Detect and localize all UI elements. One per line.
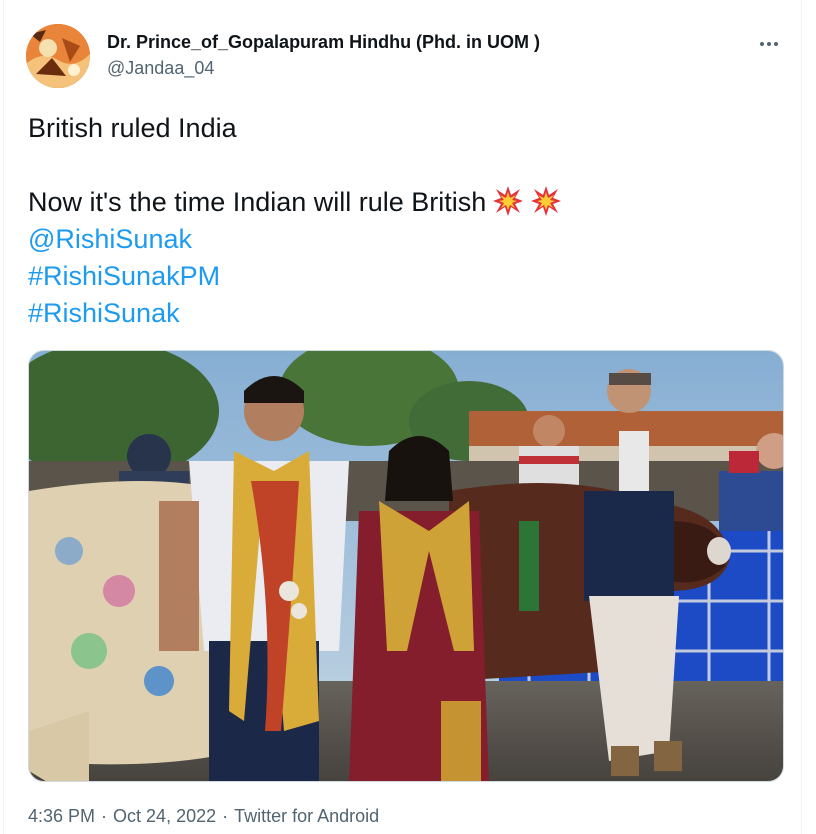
- tweet-time[interactable]: 4:36 PM: [28, 806, 95, 827]
- tweet-card: Dr. Prince_of_Gopalapuram Hindhu (Phd. i…: [3, 0, 802, 834]
- more-options-button[interactable]: [754, 28, 784, 56]
- mention-link[interactable]: @RishiSunak: [28, 221, 768, 258]
- hashtag-link[interactable]: #RishiSunak: [28, 295, 768, 332]
- separator-dot: ·: [222, 806, 229, 826]
- tweet-text: British ruled India Now it's the time In…: [28, 110, 768, 332]
- hashtag-link[interactable]: #RishiSunakPM: [28, 258, 768, 295]
- more-horizontal-icon: [759, 33, 780, 51]
- tweet-line-2-text: Now it's the time Indian will rule Briti…: [28, 187, 487, 217]
- separator-dot: ·: [101, 806, 108, 826]
- avatar-image: [26, 24, 90, 88]
- collision-emoji-icon: [492, 185, 524, 217]
- tweet-date[interactable]: Oct 24, 2022: [113, 806, 216, 827]
- author-display-name[interactable]: Dr. Prince_of_Gopalapuram Hindhu (Phd. i…: [107, 32, 540, 53]
- tweet-line-1: British ruled India: [28, 113, 237, 143]
- author-avatar[interactable]: [26, 24, 90, 88]
- collision-emoji-icon: [530, 185, 562, 217]
- tweet-line-2: Now it's the time Indian will rule Briti…: [28, 184, 768, 221]
- tweet-source[interactable]: Twitter for Android: [234, 806, 379, 827]
- author-handle[interactable]: @Jandaa_04: [107, 58, 214, 79]
- tweet-metadata: 4:36 PM · Oct 24, 2022 · Twitter for Android: [28, 806, 379, 827]
- photo-image: [29, 351, 783, 781]
- tweet-photo[interactable]: [28, 350, 784, 782]
